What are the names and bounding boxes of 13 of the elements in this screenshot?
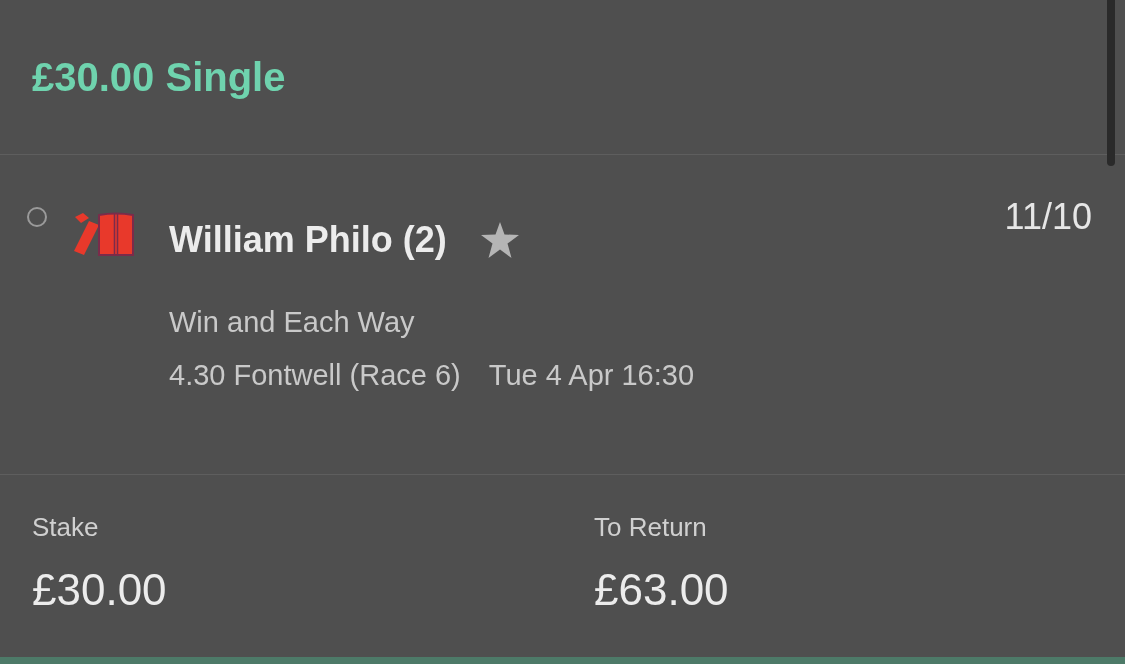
total-label: Stake [32,511,99,543]
event-label: 4.30 Fontwell (Race 6) [169,358,461,393]
selection-name: William Philo (2) [169,218,447,262]
start-time: Tue 4 Apr 16:30 [488,358,695,393]
star-icon[interactable] [480,222,519,258]
total-value: £63.00 [594,564,729,616]
jockey-silks-icon [72,212,134,256]
odds-label: 11/10 [1004,195,1092,239]
bet-title: £30.00 Single [32,54,286,101]
total-value: £30.00 [32,564,167,616]
total-label: To Return [594,511,707,543]
market-label: Win and Each Way [169,305,415,340]
radio-button[interactable] [27,207,47,227]
